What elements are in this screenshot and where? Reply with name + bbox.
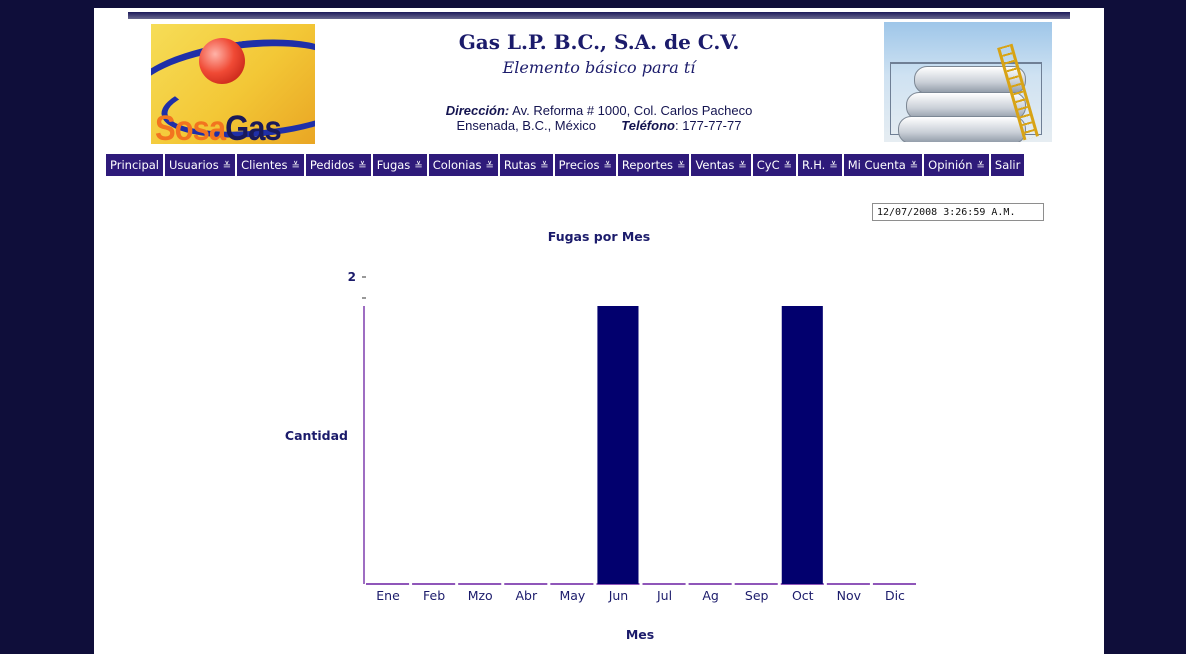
x-tick-label: May	[559, 588, 585, 603]
x-tick-label: Dic	[885, 588, 905, 603]
x-tick-label: Jun	[608, 588, 629, 603]
x-tick-label: Ag	[702, 588, 719, 603]
bar-jun	[597, 306, 639, 584]
x-tick-label: Ene	[376, 588, 400, 603]
x-tick-label: Feb	[423, 588, 445, 603]
x-tick-label: Nov	[837, 588, 862, 603]
page-container: SosaGas Gas L.P. B.C., S.A. de C.V. Elem…	[94, 8, 1104, 654]
x-tick-label: Abr	[515, 588, 537, 603]
x-tick-label: Sep	[745, 588, 769, 603]
y-axis-label: Cantidad	[285, 428, 348, 443]
x-axis-label: Mes	[626, 627, 654, 642]
y-tick-label: 2	[348, 270, 356, 284]
bar-oct	[781, 306, 823, 584]
bar-chart: Ene Feb Mzo Abr May Jun Jul Ag Sep Oct Nov Dic 2 Cant…	[285, 270, 916, 642]
x-tick-label: Jul	[656, 588, 672, 603]
x-tick-label: Oct	[792, 588, 814, 603]
x-tick-label: Mzo	[468, 588, 493, 603]
